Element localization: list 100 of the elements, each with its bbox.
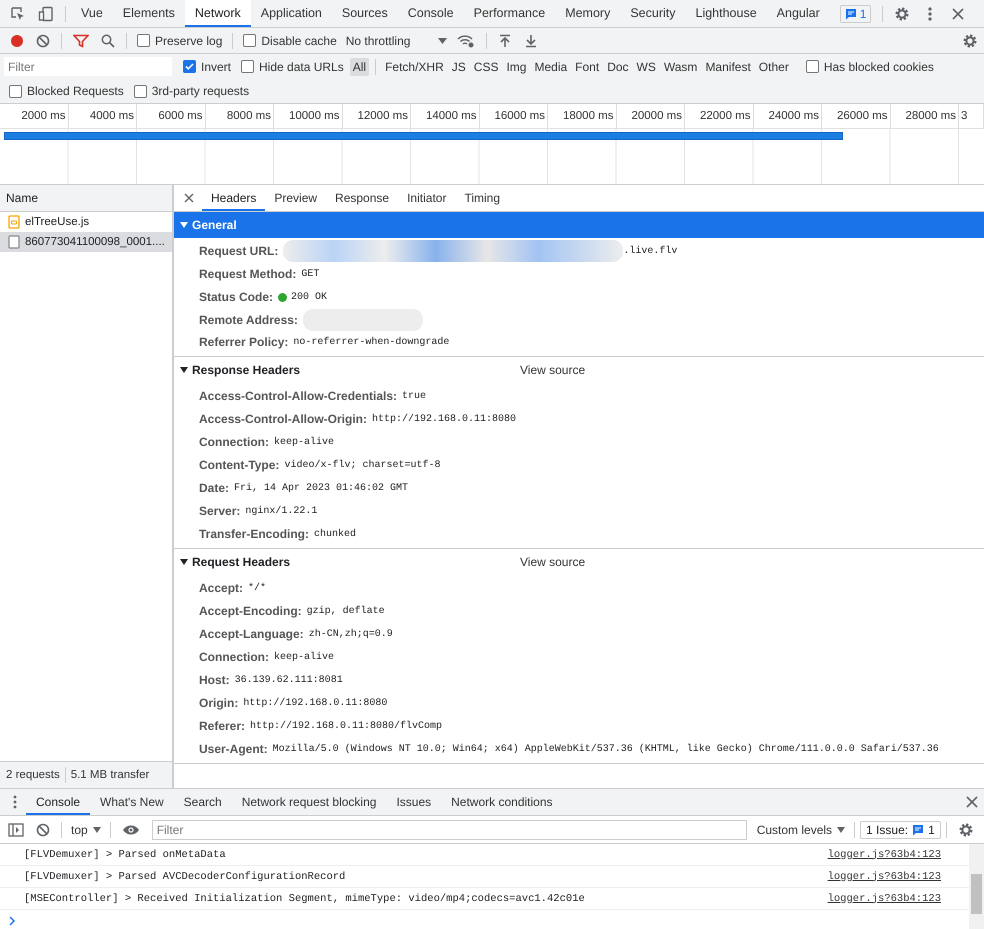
checkbox[interactable]	[183, 60, 196, 73]
drawer-tab[interactable]: Console	[26, 789, 90, 815]
close-icon[interactable]	[950, 6, 966, 22]
type-filter[interactable]: Fetch/XHR	[382, 58, 447, 76]
device-icon[interactable]	[38, 6, 54, 22]
view-source-link[interactable]: View source	[520, 363, 586, 377]
scrollbar-thumb[interactable]	[971, 874, 982, 914]
drawer-tab[interactable]: Network conditions	[441, 789, 563, 815]
sidebar-toggle-icon[interactable]	[8, 822, 24, 836]
clear-icon[interactable]	[36, 822, 50, 836]
checkbox[interactable]	[243, 34, 256, 47]
panel-tab[interactable]: Angular	[766, 0, 830, 27]
type-filter[interactable]: JS	[448, 58, 469, 76]
panel-tab[interactable]: Elements	[112, 0, 185, 27]
settings-icon[interactable]	[894, 6, 910, 22]
caret-icon[interactable]	[180, 558, 188, 566]
header-value: zh-CN,zh;q=0.9	[308, 628, 393, 642]
more-icon[interactable]	[12, 795, 18, 809]
record-icon[interactable]	[10, 34, 24, 48]
panel-tab[interactable]: Console	[398, 0, 464, 27]
header-name: User-Agent:	[199, 741, 268, 758]
detail-tab[interactable]: Headers	[202, 185, 266, 211]
header-value: http://192.168.0.11:8080	[243, 696, 388, 711]
header-value: keep-alive	[274, 650, 334, 665]
throttling-dropdown[interactable]: No throttling	[346, 34, 448, 48]
type-filter[interactable]: WS	[634, 58, 659, 76]
section-header[interactable]: General	[174, 212, 984, 238]
message-icon	[912, 824, 924, 836]
upload-icon[interactable]	[498, 34, 512, 48]
download-icon[interactable]	[524, 34, 538, 48]
checkbox-label: Blocked Requests	[27, 84, 124, 98]
eye-icon[interactable]	[122, 824, 140, 836]
caret-icon[interactable]	[180, 366, 188, 374]
section-header[interactable]: Response Headers View source	[174, 357, 984, 383]
clear-icon[interactable]	[36, 34, 50, 48]
panel-tab[interactable]: Lighthouse	[686, 0, 767, 27]
checkbox[interactable]	[9, 84, 22, 98]
detail-tab[interactable]: Initiator	[398, 185, 456, 211]
panel-tab[interactable]: Application	[250, 0, 332, 27]
drawer-tab[interactable]: Issues	[386, 789, 442, 815]
filter-field[interactable]: Filter	[4, 57, 172, 76]
filter-icon[interactable]	[73, 34, 89, 48]
header-value: video/x-flv; charset=utf-8	[284, 458, 440, 473]
header-name: Status Code:	[199, 289, 274, 306]
header-name: Origin:	[199, 695, 238, 712]
tick-label: 26000 ms	[836, 110, 888, 122]
type-filter[interactable]: Wasm	[660, 58, 700, 76]
type-filter[interactable]: Img	[503, 58, 530, 76]
header-name: Access-Control-Allow-Credentials:	[199, 388, 398, 405]
header-value: true	[402, 390, 426, 404]
levels-dropdown[interactable]: Custom levels	[752, 822, 850, 836]
panel-tab[interactable]: Security	[620, 0, 686, 27]
issues-button[interactable]: 1 Issue: 1	[860, 820, 941, 838]
checkbox[interactable]	[134, 84, 147, 98]
settings-icon[interactable]	[962, 32, 978, 48]
type-filter[interactable]: Manifest	[702, 58, 754, 76]
drawer-tab[interactable]: Network request blocking	[232, 789, 386, 815]
view-source-link[interactable]: View source	[520, 555, 586, 569]
summary-text: 2 requests	[6, 769, 60, 781]
checkbox-label: Disable cache	[261, 34, 337, 48]
type-filter[interactable]: Media	[531, 58, 570, 76]
panel-tab[interactable]: Memory	[555, 0, 620, 27]
checkbox[interactable]	[137, 34, 150, 47]
close-icon[interactable]	[966, 796, 978, 808]
issues-badge[interactable]: 1	[840, 4, 872, 22]
drawer-tab[interactable]: What's New	[90, 789, 174, 815]
context-dropdown[interactable]: top	[67, 822, 105, 836]
filter-field[interactable]: Filter	[152, 820, 747, 840]
type-filter[interactable]: Font	[572, 58, 602, 76]
checkbox[interactable]	[806, 60, 819, 73]
request-row[interactable]: 860773041100098_0001....	[0, 232, 172, 252]
type-filter[interactable]: Doc	[604, 58, 632, 76]
source-link[interactable]: logger.js?63b4:123	[828, 892, 941, 904]
tick-label: 24000 ms	[768, 110, 819, 122]
checkbox[interactable]	[241, 60, 254, 73]
inspect-icon[interactable]	[10, 6, 26, 22]
detail-tab[interactable]: Timing	[455, 185, 510, 211]
panel-tab[interactable]: Performance	[464, 0, 556, 27]
source-link[interactable]: logger.js?63b4:123	[828, 848, 941, 860]
request-row[interactable]: elTreeUse.js	[0, 212, 172, 232]
type-filter[interactable]: All	[350, 58, 370, 76]
header-name: Accept-Language:	[199, 626, 304, 643]
panel-tab[interactable]: Network	[184, 0, 251, 27]
header-value: .live.flv	[623, 244, 678, 259]
panel-tab[interactable]: Vue	[71, 0, 113, 27]
close-icon[interactable]	[184, 193, 194, 203]
detail-tab[interactable]: Preview	[265, 185, 326, 211]
detail-tab[interactable]: Response	[326, 185, 398, 211]
section-header[interactable]: Request Headers View source	[174, 549, 984, 575]
drawer-tab[interactable]: Search	[174, 789, 232, 815]
search-icon[interactable]	[101, 34, 115, 48]
type-filter[interactable]: CSS	[470, 58, 502, 76]
panel-tab[interactable]: Sources	[332, 0, 398, 27]
type-filter[interactable]: Other	[756, 58, 792, 76]
network-conditions-icon[interactable]	[457, 34, 476, 48]
source-link[interactable]: logger.js?63b4:123	[828, 870, 941, 882]
header-name: Referer:	[199, 718, 246, 735]
column-header[interactable]: Name	[0, 185, 172, 212]
prompt-icon[interactable]	[8, 916, 16, 926]
settings-icon[interactable]	[958, 822, 974, 838]
